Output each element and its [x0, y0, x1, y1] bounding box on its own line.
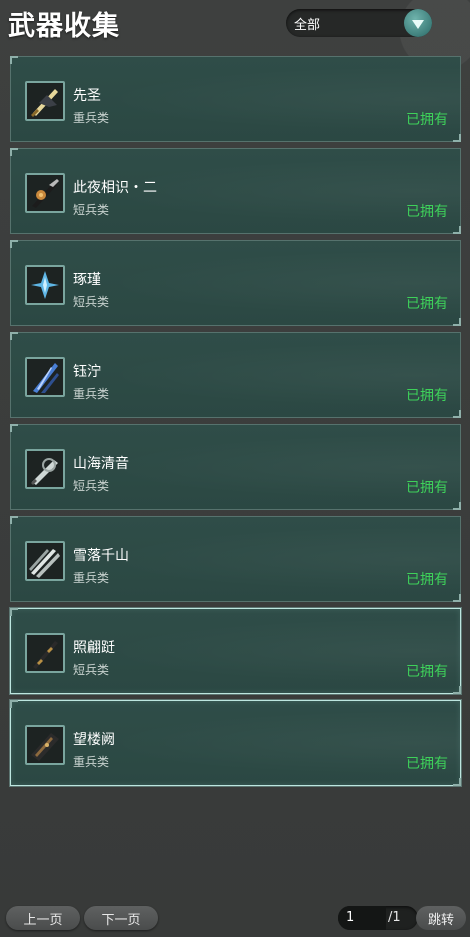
- owned-status: 已拥有: [406, 112, 448, 128]
- weapon-type: 短兵类: [73, 479, 110, 493]
- weapon-name: 先圣: [73, 88, 101, 104]
- weapon-name: 照翩跹: [73, 640, 115, 656]
- weapon-card-5[interactable]: 雪落千山 重兵类 已拥有: [10, 516, 461, 602]
- blade-icon: [25, 173, 65, 213]
- weapon-name: 雪落千山: [73, 548, 129, 564]
- weapon-type: 重兵类: [73, 571, 110, 585]
- weapon-type: 重兵类: [73, 387, 110, 401]
- page-title: 武器收集: [8, 11, 120, 42]
- weapon-card-3[interactable]: 钰泞 重兵类 已拥有: [10, 332, 461, 418]
- owned-status: 已拥有: [406, 388, 448, 404]
- weapon-collection-screen: 武器收集 全部 先圣 重兵类 已拥有 此夜相识・二 短兵类 已拥有 琢瑾 短兵类…: [0, 0, 470, 937]
- next-page-button[interactable]: 下一页: [84, 906, 158, 930]
- owned-status: 已拥有: [406, 664, 448, 680]
- weapon-name: 山海清音: [73, 456, 129, 472]
- page-number-input[interactable]: 1: [338, 906, 386, 930]
- dark-broadsword-icon: [25, 725, 65, 765]
- weapon-name: 望楼阙: [73, 732, 115, 748]
- crystal-blade-icon: [25, 265, 65, 305]
- ornate-blade-icon: [25, 449, 65, 489]
- weapon-name: 此夜相识・二: [73, 180, 157, 196]
- twin-blade-icon: [25, 541, 65, 581]
- weapon-card-4[interactable]: 山海清音 短兵类 已拥有: [10, 424, 461, 510]
- weapon-card-7[interactable]: 望楼阙 重兵类 已拥有: [10, 700, 461, 786]
- owned-status: 已拥有: [406, 204, 448, 220]
- jump-button[interactable]: 跳转: [416, 906, 466, 930]
- weapon-type: 重兵类: [73, 755, 110, 769]
- weapon-name: 钰泞: [73, 364, 101, 380]
- total-pages: /1: [388, 910, 401, 925]
- great-sword-icon: [25, 81, 65, 121]
- weapon-card-0[interactable]: 先圣 重兵类 已拥有: [10, 56, 461, 142]
- page-indicator: 1 /1: [338, 906, 418, 930]
- weapon-card-2[interactable]: 琢瑾 短兵类 已拥有: [10, 240, 461, 326]
- owned-status: 已拥有: [406, 296, 448, 312]
- filter-selected-value: 全部: [294, 18, 321, 33]
- owned-status: 已拥有: [406, 572, 448, 588]
- prev-page-button[interactable]: 上一页: [6, 906, 80, 930]
- weapon-name: 琢瑾: [73, 272, 101, 288]
- owned-status: 已拥有: [406, 756, 448, 772]
- gold-dagger-icon: [25, 633, 65, 673]
- weapon-type: 短兵类: [73, 295, 110, 309]
- weapon-type: 短兵类: [73, 203, 110, 217]
- chevron-down-icon[interactable]: [404, 9, 432, 37]
- blue-sword-icon: [25, 357, 65, 397]
- weapon-type: 重兵类: [73, 111, 110, 125]
- weapon-type: 短兵类: [73, 663, 110, 677]
- owned-status: 已拥有: [406, 480, 448, 496]
- weapon-card-6[interactable]: 照翩跹 短兵类 已拥有: [10, 608, 461, 694]
- weapon-card-1[interactable]: 此夜相识・二 短兵类 已拥有: [10, 148, 461, 234]
- category-filter-dropdown[interactable]: 全部: [286, 9, 432, 37]
